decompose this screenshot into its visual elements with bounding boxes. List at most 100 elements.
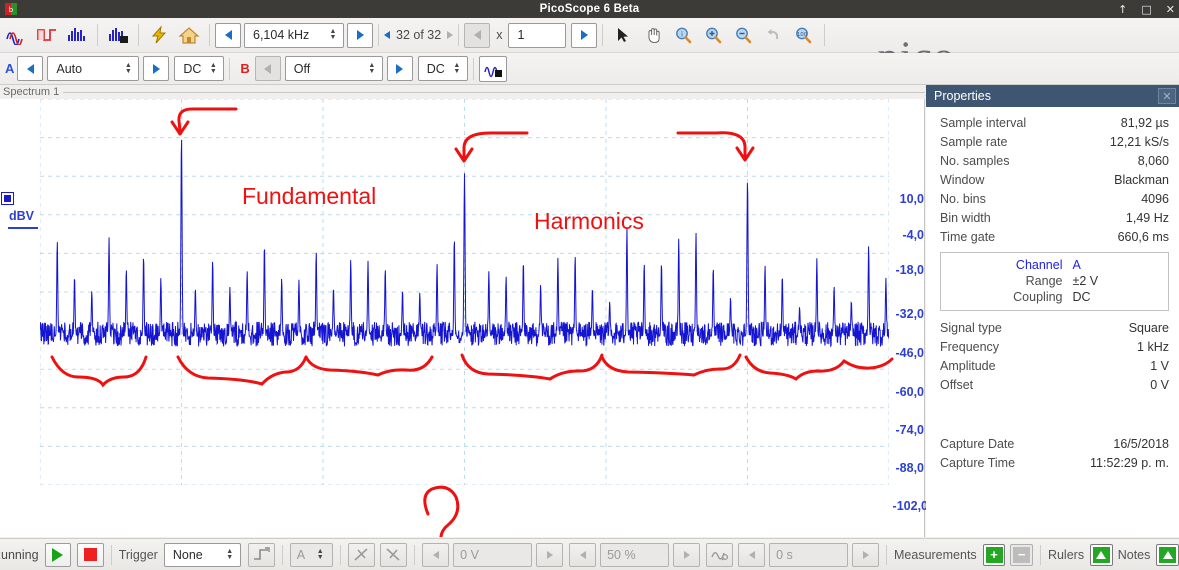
channel-properties-box: Channel A Range ±2 V Coupling DC <box>940 252 1169 311</box>
buffer-next-icon[interactable] <box>447 31 454 39</box>
channel-a-range-spinner[interactable]: ▲ ▼ <box>122 62 134 75</box>
trigger-falling-edge-button[interactable] <box>380 542 408 567</box>
trigger-delay-field[interactable]: 0 s <box>769 542 849 567</box>
channel-a-offset-marker[interactable] <box>1 192 14 205</box>
y-tick-1: -4,0 <box>902 228 924 242</box>
buffer-navigator: 32 of 32 <box>384 28 454 42</box>
square-wave-icon[interactable] <box>32 21 62 50</box>
channel-b-range-field[interactable]: Off ▲ ▼ <box>284 56 383 81</box>
frequency-field[interactable]: 6,104 kHz ▲ ▼ <box>244 22 344 48</box>
trigger-percent-field[interactable]: 50 % <box>600 542 670 567</box>
multiplier-field[interactable]: 1 <box>508 22 567 48</box>
channel-b-coupling-spinner[interactable]: ▲ ▼ <box>451 62 463 75</box>
channel-a-range-decrease-button[interactable] <box>17 56 44 81</box>
zoom-multiplier-increase-button[interactable] <box>571 22 598 48</box>
channel-b-range-decrease-button[interactable] <box>254 56 281 81</box>
view-tab-bar: Spectrum 1 <box>0 85 925 99</box>
trigger-level-decrease-button[interactable] <box>422 542 450 567</box>
scope-mode-icon[interactable] <box>2 21 32 50</box>
frequency-spinner[interactable]: ▲ ▼ <box>327 28 339 41</box>
zoom-out-tool-icon[interactable] <box>728 21 758 50</box>
toolbar-separator <box>458 24 460 46</box>
trigger-percent-increase-button[interactable] <box>673 542 701 567</box>
frequency-value: 6,104 kHz <box>253 28 310 42</box>
trigger-advanced-icon[interactable] <box>706 542 734 567</box>
property-key: Time gate <box>940 229 996 244</box>
close-icon[interactable]: ✕ <box>1166 4 1175 15</box>
status-separator <box>281 544 283 565</box>
toolbar-separator <box>229 57 231 80</box>
rulers-toggle-button[interactable] <box>1090 543 1113 566</box>
trigger-delay-decrease-button[interactable] <box>738 542 766 567</box>
zoom-multiplier-decrease-button[interactable] <box>464 22 491 48</box>
capture-row: Capture Date 16/5/2018 <box>940 434 1169 453</box>
view-tab-label[interactable]: Spectrum 1 <box>0 86 64 98</box>
plot-area[interactable] <box>40 99 889 485</box>
add-measurement-button[interactable]: + <box>982 543 1006 566</box>
undo-zoom-icon[interactable] <box>758 21 788 50</box>
measurements-label: Measurements <box>894 547 977 562</box>
main-toolbar: 6,104 kHz ▲ ▼ 32 of 32 x 1 i 100 <box>0 18 1179 99</box>
properties-spacer <box>940 394 1169 434</box>
trigger-level-value: 0 V <box>460 547 479 562</box>
stop-button[interactable] <box>77 542 104 567</box>
zoom-100-icon[interactable]: 100 <box>788 21 818 50</box>
trigger-source-field[interactable]: A ▲ ▼ <box>289 542 334 567</box>
signal-value: 0 V <box>1150 377 1169 392</box>
y-tick-5: -60,0 <box>895 385 925 399</box>
channel-a-coupling-field[interactable]: DC ▲ ▼ <box>174 56 225 81</box>
svg-text:i: i <box>681 30 683 38</box>
channel-b-label: B <box>240 61 250 76</box>
start-button[interactable] <box>44 542 72 567</box>
notes-toggle-button[interactable] <box>1156 543 1179 566</box>
zoom-info-tool-icon[interactable]: i <box>668 21 698 50</box>
properties-close-icon[interactable]: ✕ <box>1158 88 1176 104</box>
property-value: 660,6 ms <box>1117 229 1169 244</box>
property-row: Sample interval 81,92 µs <box>940 113 1169 132</box>
signal-generator-icon[interactable] <box>478 55 507 82</box>
spectrum-mode-icon[interactable] <box>62 21 92 50</box>
window-title-bar: b PicoScope 6 Beta ↑ □ ✕ <box>0 0 1179 18</box>
y-tick-3: -32,0 <box>895 307 925 321</box>
trigger-level-increase-button[interactable] <box>536 542 564 567</box>
trigger-mode-spinner[interactable]: ▲ ▼ <box>224 548 236 561</box>
channel-a-range-increase-button[interactable] <box>143 56 170 81</box>
channel-a-range-field[interactable]: Auto ▲ ▼ <box>47 56 140 81</box>
signal-row: Offset 0 V <box>940 375 1169 394</box>
trigger-source-spinner[interactable]: ▲ ▼ <box>314 548 326 561</box>
persistence-mode-icon[interactable] <box>103 21 133 50</box>
restore-up-icon[interactable]: ↑ <box>1118 4 1127 15</box>
zoom-in-tool-icon[interactable] <box>698 21 728 50</box>
pointer-tool-icon[interactable] <box>608 21 638 50</box>
channel-b-range-increase-button[interactable] <box>386 56 413 81</box>
trigger-mode-field[interactable]: None ▲ ▼ <box>163 542 241 567</box>
channel-a-coupling-spinner[interactable]: ▲ ▼ <box>207 62 219 75</box>
channel-a-range-value: Auto <box>56 61 83 76</box>
trigger-edge-icon[interactable] <box>247 542 275 567</box>
trigger-rising-edge-button[interactable] <box>348 542 376 567</box>
y-tick-0: 10,0 <box>899 192 924 206</box>
frequency-decrease-button[interactable] <box>215 22 241 48</box>
channel-b-range-spinner[interactable]: ▲ ▼ <box>366 62 378 75</box>
toolbar-separator <box>97 24 98 46</box>
property-value: 8,060 <box>1137 153 1169 168</box>
channel-a-coupling-value: DC <box>183 61 202 76</box>
fundamental-label: Fundamental <box>242 183 377 209</box>
channel-property-key: Coupling <box>1013 290 1063 304</box>
trigger-level-field[interactable]: 0 V <box>453 542 533 567</box>
remove-measurement-button[interactable]: − <box>1010 543 1033 566</box>
channel-property-row: Channel A <box>941 257 1158 273</box>
maximize-icon[interactable]: □ <box>1141 4 1151 15</box>
autosetup-icon[interactable] <box>144 21 174 50</box>
buffer-label: 32 of 32 <box>396 28 442 42</box>
property-key: No. bins <box>940 191 986 206</box>
trigger-delay-increase-button[interactable] <box>852 542 880 567</box>
frequency-increase-button[interactable] <box>347 22 373 48</box>
toolbar-separator <box>602 24 604 46</box>
rulers-label: Rulers <box>1047 547 1085 562</box>
hand-pan-tool-icon[interactable] <box>638 21 668 50</box>
home-icon[interactable] <box>174 21 204 50</box>
channel-b-coupling-field[interactable]: DC ▲ ▼ <box>417 56 468 81</box>
channel-toolbar: A Auto ▲ ▼ DC ▲ ▼ B Off ▲ ▼ DC ▲ ▼ <box>0 53 1179 85</box>
trigger-percent-decrease-button[interactable] <box>569 542 597 567</box>
